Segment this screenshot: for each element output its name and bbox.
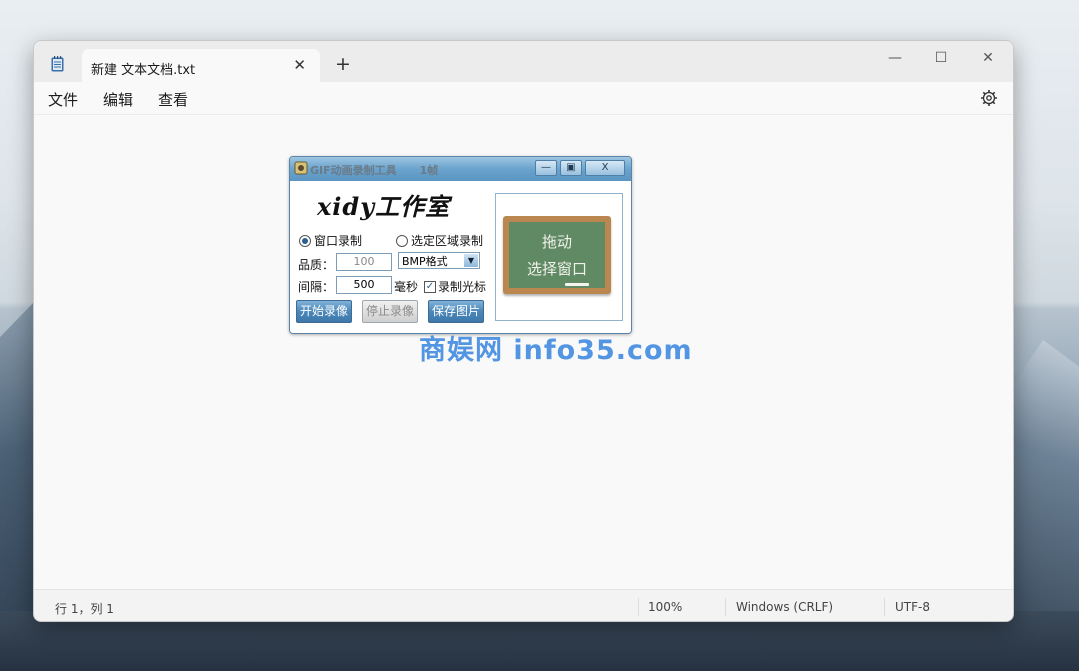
menu-edit[interactable]: 编辑: [103, 89, 133, 110]
mode-region-radio[interactable]: 选定区域录制: [396, 232, 483, 249]
interval-unit: 毫秒: [394, 280, 419, 294]
tab-title: 新建 文本文档.txt: [91, 63, 196, 78]
interval-input[interactable]: 500: [336, 276, 392, 294]
minimize-button[interactable]: —: [880, 47, 910, 69]
close-button[interactable]: ✕: [973, 47, 1003, 69]
status-zoom: 100%: [648, 600, 683, 614]
radio-unchecked-icon: [396, 234, 408, 247]
checkmark-icon: ✓: [424, 280, 436, 293]
chevron-down-icon: ▼: [464, 254, 478, 267]
tab-document[interactable]: 新建 文本文档.txt ✕: [82, 49, 320, 82]
title-bar[interactable]: 新建 文本文档.txt ✕ + — ☐ ✕: [34, 41, 1013, 82]
format-select[interactable]: BMP格式 ▼: [398, 252, 480, 269]
status-position: 行 1，列 1: [55, 602, 114, 616]
maximize-button[interactable]: ☐: [926, 47, 956, 69]
menu-view[interactable]: 查看: [158, 89, 188, 110]
quality-label: 品质：: [298, 258, 335, 272]
stop-recording-button[interactable]: 停止录像: [362, 300, 418, 323]
tab-close-icon[interactable]: ✕: [293, 56, 306, 74]
gif-maximize-button[interactable]: ▣: [560, 160, 582, 176]
brand-logo: xidy工作室: [317, 192, 451, 221]
mode-region-label: 选定区域录制: [411, 234, 484, 248]
radio-checked-icon: [299, 234, 311, 247]
board-line-1: 拖动: [541, 233, 572, 251]
gif-title-bar[interactable]: GIF动画录制工具 1帧 — ▣ X: [290, 157, 631, 181]
status-divider: [884, 598, 885, 616]
drag-select-window-target[interactable]: 拖动 选择窗口: [495, 193, 623, 321]
quality-input[interactable]: 100: [336, 253, 392, 271]
gif-body: xidy工作室 窗口录制 选定区域录制 品质： 100 BMP格式 ▼ 间隔： …: [290, 181, 631, 333]
mode-window-radio[interactable]: 窗口录制: [299, 232, 362, 249]
interval-label: 间隔：: [298, 280, 335, 294]
chalkboard: 拖动 选择窗口: [503, 216, 611, 294]
record-cursor-checkbox[interactable]: ✓ 录制光标: [424, 278, 486, 295]
menu-bar: 文件 编辑 查看: [34, 82, 1013, 115]
status-bar: 行 1，列 1 100% Windows (CRLF) UTF-8: [34, 589, 1013, 621]
chalkboard-surface: 拖动 选择窗口: [509, 222, 605, 288]
gif-title: GIF动画录制工具 1帧: [310, 164, 439, 177]
new-tab-button[interactable]: +: [335, 54, 351, 74]
gif-close-button[interactable]: X: [585, 160, 625, 176]
save-image-button[interactable]: 保存图片: [428, 300, 484, 323]
status-divider: [638, 598, 639, 616]
start-recording-button[interactable]: 开始录像: [296, 300, 352, 323]
board-line-2: 选择窗口: [526, 260, 587, 278]
chalk-icon: [565, 283, 589, 286]
mode-window-label: 窗口录制: [314, 234, 363, 248]
format-select-value: BMP格式: [402, 255, 448, 268]
notepad-icon: [51, 56, 64, 72]
menu-file[interactable]: 文件: [48, 89, 78, 110]
status-line-ending: Windows (CRLF): [736, 600, 834, 614]
watermark: 商娱网 info35.com: [419, 335, 693, 366]
gif-minimize-button[interactable]: —: [535, 160, 557, 176]
gear-icon[interactable]: [980, 89, 998, 107]
record-cursor-label: 录制光标: [438, 280, 487, 294]
gif-recorder-window: GIF动画录制工具 1帧 — ▣ X xidy工作室 窗口录制 选定区域录制 品…: [289, 156, 632, 334]
status-divider: [725, 598, 726, 616]
status-encoding: UTF-8: [895, 600, 930, 614]
gif-app-icon: [294, 161, 308, 175]
